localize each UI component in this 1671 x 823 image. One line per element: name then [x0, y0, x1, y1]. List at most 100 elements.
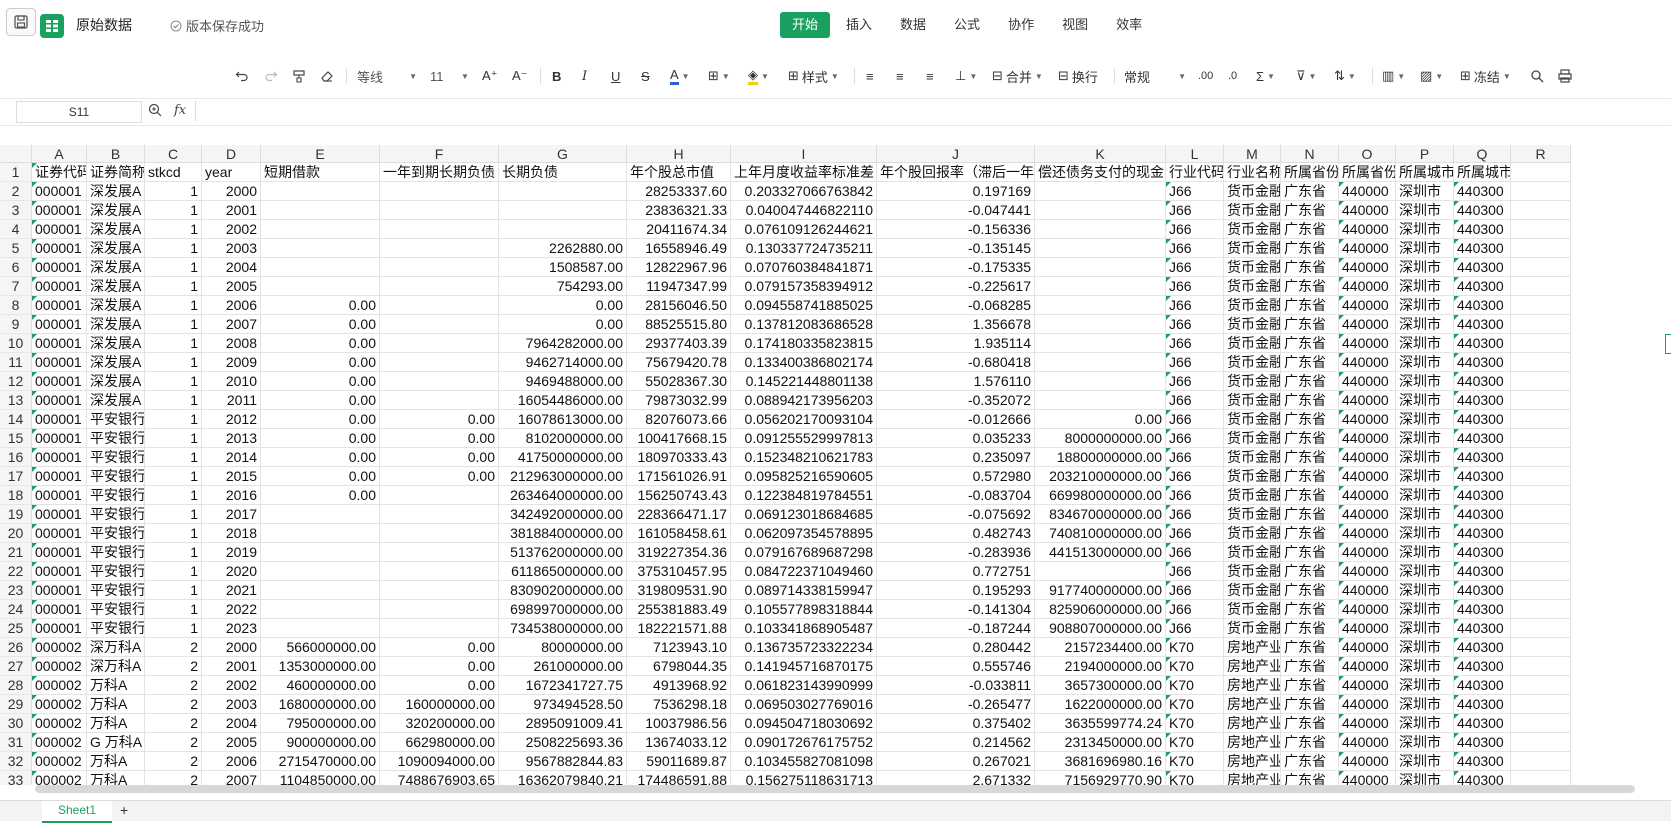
- row-header[interactable]: 12: [0, 372, 32, 391]
- cell[interactable]: 342492000000.00: [499, 505, 627, 524]
- vertical-align-button[interactable]: ⊥ ▼: [955, 64, 977, 88]
- cell[interactable]: 440300: [1454, 505, 1511, 524]
- cell[interactable]: -0.075692: [877, 505, 1035, 524]
- cell[interactable]: [261, 543, 380, 562]
- row-header[interactable]: 15: [0, 429, 32, 448]
- tab-data[interactable]: 数据: [888, 12, 938, 38]
- cell[interactable]: 1: [145, 201, 202, 220]
- cell[interactable]: 货币金融服务: [1224, 239, 1281, 258]
- cell[interactable]: 1.935114: [877, 334, 1035, 353]
- cell[interactable]: K70: [1166, 771, 1224, 785]
- cell[interactable]: 2002: [202, 220, 261, 239]
- cell[interactable]: 000001: [32, 239, 87, 258]
- row-header[interactable]: 11: [0, 353, 32, 372]
- increase-decimal-button[interactable]: .00: [1198, 64, 1213, 88]
- cell[interactable]: 440000: [1339, 657, 1396, 676]
- cell[interactable]: 4913968.92: [627, 676, 731, 695]
- cell[interactable]: 000001: [32, 334, 87, 353]
- cell[interactable]: 0.267021: [877, 752, 1035, 771]
- cell[interactable]: 0.00: [380, 638, 499, 657]
- cell[interactable]: J66: [1166, 410, 1224, 429]
- italic-button[interactable]: I: [582, 64, 587, 88]
- cell[interactable]: 广东省: [1281, 334, 1339, 353]
- cell[interactable]: K70: [1166, 752, 1224, 771]
- cell[interactable]: 440000: [1339, 581, 1396, 600]
- cell[interactable]: 广东省: [1281, 486, 1339, 505]
- add-sheet-button[interactable]: +: [120, 802, 128, 818]
- cell[interactable]: 41750000000.00: [499, 448, 627, 467]
- cell[interactable]: [261, 562, 380, 581]
- cell[interactable]: 2002: [202, 676, 261, 695]
- cell[interactable]: [380, 391, 499, 410]
- cell[interactable]: 440300: [1454, 752, 1511, 771]
- cell[interactable]: 广东省: [1281, 581, 1339, 600]
- cell[interactable]: 16362079840.21: [499, 771, 627, 785]
- cell[interactable]: 0.772751: [877, 562, 1035, 581]
- cell[interactable]: 7488676903.65: [380, 771, 499, 785]
- cell[interactable]: 0.00: [261, 410, 380, 429]
- cell[interactable]: 0.00: [380, 467, 499, 486]
- cell[interactable]: 28253337.60: [627, 182, 731, 201]
- cell[interactable]: 0.482743: [877, 524, 1035, 543]
- row-header[interactable]: 2: [0, 182, 32, 201]
- cell[interactable]: 2019: [202, 543, 261, 562]
- cell[interactable]: [1511, 771, 1571, 785]
- cell[interactable]: 11947347.99: [627, 277, 731, 296]
- cell[interactable]: [380, 524, 499, 543]
- cell[interactable]: 000001: [32, 581, 87, 600]
- cell[interactable]: 319809531.90: [627, 581, 731, 600]
- print-button[interactable]: [1558, 64, 1572, 88]
- cell[interactable]: -0.175335: [877, 258, 1035, 277]
- cell[interactable]: 0.095825216590605: [731, 467, 877, 486]
- cell[interactable]: 7964282000.00: [499, 334, 627, 353]
- cell[interactable]: 7156929770.90: [1035, 771, 1166, 785]
- cell[interactable]: 0.00: [380, 410, 499, 429]
- tab-view[interactable]: 视图: [1050, 12, 1100, 38]
- cell[interactable]: [1511, 505, 1571, 524]
- cell[interactable]: 440000: [1339, 220, 1396, 239]
- cell[interactable]: 440300: [1454, 391, 1511, 410]
- cell[interactable]: 000002: [32, 714, 87, 733]
- cell[interactable]: 10037986.56: [627, 714, 731, 733]
- cell[interactable]: 深发展A: [87, 239, 145, 258]
- row-header[interactable]: 33: [0, 771, 32, 785]
- cell[interactable]: 000002: [32, 771, 87, 785]
- cell[interactable]: 255381883.49: [627, 600, 731, 619]
- cell[interactable]: 000001: [32, 619, 87, 638]
- cell[interactable]: 440000: [1339, 486, 1396, 505]
- cell[interactable]: 000001: [32, 277, 87, 296]
- cell[interactable]: 2003: [202, 695, 261, 714]
- cell[interactable]: 440300: [1454, 543, 1511, 562]
- cell[interactable]: 000001: [32, 315, 87, 334]
- cell[interactable]: 深圳市: [1396, 391, 1454, 410]
- cell[interactable]: 2157234400.00: [1035, 638, 1166, 657]
- cell[interactable]: 0.069123018684685: [731, 505, 877, 524]
- cell[interactable]: 319227354.36: [627, 543, 731, 562]
- cell[interactable]: 263464000000.00: [499, 486, 627, 505]
- cell[interactable]: 广东省: [1281, 543, 1339, 562]
- cell[interactable]: 000001: [32, 505, 87, 524]
- cell[interactable]: 深圳市: [1396, 752, 1454, 771]
- cell[interactable]: 440300: [1454, 657, 1511, 676]
- cell[interactable]: 180970333.43: [627, 448, 731, 467]
- cell[interactable]: 深万科A: [87, 657, 145, 676]
- header-cell[interactable]: year: [202, 163, 261, 182]
- cell[interactable]: 2017: [202, 505, 261, 524]
- cell[interactable]: J66: [1166, 201, 1224, 220]
- cell[interactable]: [1035, 353, 1166, 372]
- cell[interactable]: [1035, 201, 1166, 220]
- cell[interactable]: 货币金融服务: [1224, 296, 1281, 315]
- cell[interactable]: 740810000000.00: [1035, 524, 1166, 543]
- cell[interactable]: 0.00: [261, 334, 380, 353]
- cell[interactable]: 000001: [32, 524, 87, 543]
- cell[interactable]: 平安银行: [87, 581, 145, 600]
- cell[interactable]: 广东省: [1281, 372, 1339, 391]
- cell[interactable]: 广东省: [1281, 505, 1339, 524]
- cell[interactable]: 662980000.00: [380, 733, 499, 752]
- freeze-panes-button[interactable]: ⊞ 冻结 ▼: [1460, 64, 1511, 88]
- header-cell[interactable]: 行业名称: [1224, 163, 1281, 182]
- cell[interactable]: 440000: [1339, 372, 1396, 391]
- tab-formula[interactable]: 公式: [942, 12, 992, 38]
- cell[interactable]: 广东省: [1281, 429, 1339, 448]
- cell[interactable]: [1511, 429, 1571, 448]
